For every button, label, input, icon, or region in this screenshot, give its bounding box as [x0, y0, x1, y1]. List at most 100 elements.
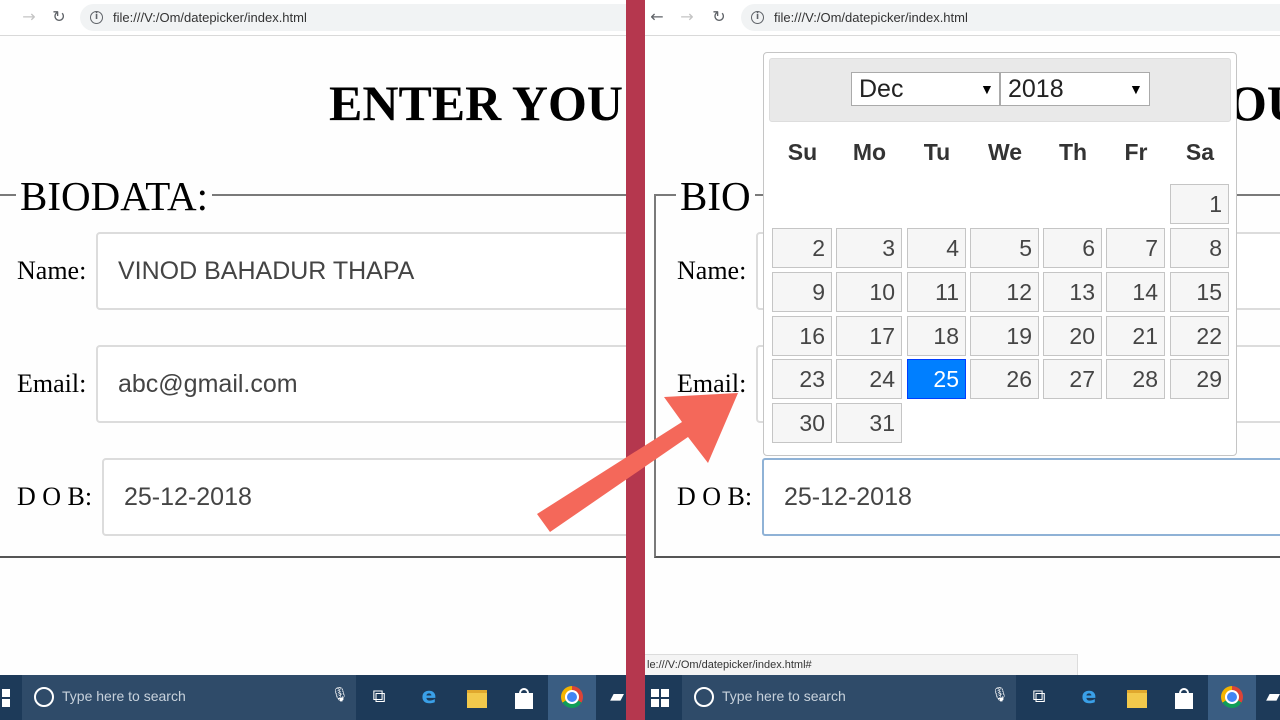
day-cell-26[interactable]: 26 [970, 359, 1039, 399]
windows-taskbar-right: Type here to search 🎙 ⧉ e ▰ [645, 675, 1280, 720]
windows-start-icon-right[interactable] [651, 689, 669, 707]
day-cell-21[interactable]: 21 [1106, 316, 1165, 356]
browser-toolbar: → ↻ i file:///V:/Om/datepicker/index.htm… [0, 0, 626, 36]
day-cell-7[interactable]: 7 [1106, 228, 1165, 268]
taskbar-search-placeholder-right: Type here to search [722, 688, 846, 704]
browser-toolbar-right: ← → ↻ i file:///V:/Om/datepicker/index.h… [645, 0, 1280, 36]
file-explorer-icon[interactable] [467, 690, 487, 708]
email-label-right: Email: [677, 369, 747, 398]
day-cell-29[interactable]: 29 [1170, 359, 1229, 399]
day-cell-23[interactable]: 23 [772, 359, 832, 399]
month-select[interactable]: Dec ▼ [851, 72, 1000, 106]
day-cell-1[interactable]: 1 [1170, 184, 1229, 224]
day-cell-20[interactable]: 20 [1043, 316, 1102, 356]
day-cell-3[interactable]: 3 [836, 228, 902, 268]
store-icon-right[interactable] [1175, 688, 1193, 709]
file-explorer-icon-right[interactable] [1127, 690, 1147, 708]
day-cell-17[interactable]: 17 [836, 316, 902, 356]
dob-input-focused[interactable]: 25-12-2018 [762, 458, 1280, 536]
reload-icon-right[interactable]: ↻ [710, 8, 728, 26]
address-bar[interactable]: i file:///V:/Om/datepicker/index.html [80, 4, 626, 31]
month-select-value: Dec [859, 75, 904, 103]
year-select-value: 2018 [1008, 75, 1064, 103]
biodata-legend-right: BIO [676, 172, 755, 220]
day-cell-6[interactable]: 6 [1043, 228, 1102, 268]
weekday-we: We [987, 139, 1023, 165]
weekday-sa: Sa [1185, 139, 1215, 165]
name-label: Name: [17, 256, 87, 285]
address-bar-right[interactable]: i file:///V:/Om/datepicker/index.html [741, 4, 1280, 31]
store-icon[interactable] [515, 688, 533, 709]
dob-input[interactable]: 25-12-2018 [102, 458, 626, 536]
biodata-legend: BIODATA: [16, 172, 213, 220]
day-cell-4[interactable]: 4 [907, 228, 966, 268]
info-icon[interactable]: i [90, 11, 103, 24]
cortana-icon-right [694, 687, 714, 707]
day-cell-9[interactable]: 9 [772, 272, 832, 312]
info-icon-right[interactable]: i [751, 11, 764, 24]
day-cell-11[interactable]: 11 [907, 272, 966, 312]
right-browser-pane: ← → ↻ i file:///V:/Om/datepicker/index.h… [645, 0, 1280, 720]
cortana-icon [34, 687, 54, 707]
taskbar-search-box[interactable]: Type here to search 🎙 [22, 675, 356, 720]
url-text: file:///V:/Om/datepicker/index.html [113, 10, 307, 25]
dob-label: D O B: [17, 482, 93, 511]
name-input[interactable]: VINOD BAHADUR THAPA [96, 232, 626, 310]
chrome-icon-right[interactable] [1221, 686, 1243, 708]
weekday-th: Th [1058, 139, 1088, 165]
year-dropdown-arrow-icon: ▼ [1129, 81, 1143, 97]
reload-icon[interactable]: ↻ [50, 8, 68, 26]
weekday-mo: Mo [852, 139, 887, 165]
day-cell-10[interactable]: 10 [836, 272, 902, 312]
microphone-icon[interactable]: 🎙 [331, 687, 349, 703]
chrome-icon[interactable] [561, 686, 583, 708]
datepicker-header: Dec ▼ 2018 ▼ [769, 58, 1231, 122]
page-title: ENTER YOU [329, 75, 624, 131]
day-cell-13[interactable]: 13 [1043, 272, 1102, 312]
task-view-icon[interactable]: ⧉ [366, 685, 392, 709]
edge-icon[interactable]: e [416, 685, 442, 709]
day-cell-24[interactable]: 24 [836, 359, 902, 399]
tray-icon[interactable]: ▰ [604, 685, 626, 709]
back-icon[interactable]: ← [648, 8, 666, 26]
tray-icon-right[interactable]: ▰ [1260, 685, 1280, 709]
day-cell-31[interactable]: 31 [836, 403, 902, 443]
microphone-icon-right[interactable]: 🎙 [991, 687, 1009, 703]
left-browser-pane: → ↻ i file:///V:/Om/datepicker/index.htm… [0, 0, 626, 720]
month-dropdown-arrow-icon: ▼ [980, 81, 994, 97]
name-label-right: Name: [677, 256, 747, 285]
day-cell-25[interactable]: 25 [907, 359, 966, 399]
day-cell-28[interactable]: 28 [1106, 359, 1165, 399]
split-divider [626, 0, 645, 720]
windows-start-icon[interactable] [0, 689, 10, 707]
dob-label-right: D O B: [677, 482, 753, 511]
weekday-tu: Tu [923, 139, 951, 165]
day-cell-22[interactable]: 22 [1170, 316, 1229, 356]
taskbar-search-placeholder: Type here to search [62, 688, 186, 704]
day-cell-14[interactable]: 14 [1106, 272, 1165, 312]
day-cell-27[interactable]: 27 [1043, 359, 1102, 399]
taskbar-search-box-right[interactable]: Type here to search 🎙 [682, 675, 1016, 720]
email-input[interactable]: abc@gmail.com [96, 345, 626, 423]
day-cell-30[interactable]: 30 [772, 403, 832, 443]
day-cell-15[interactable]: 15 [1170, 272, 1229, 312]
task-view-icon-right[interactable]: ⧉ [1026, 685, 1052, 709]
day-cell-5[interactable]: 5 [970, 228, 1039, 268]
edge-icon-right[interactable]: e [1076, 685, 1102, 709]
day-cell-12[interactable]: 12 [970, 272, 1039, 312]
email-label: Email: [17, 369, 87, 398]
day-cell-2[interactable]: 2 [772, 228, 832, 268]
status-bar-url: le:///V:/Om/datepicker/index.html# [645, 654, 1078, 676]
weekday-fr: Fr [1124, 139, 1148, 165]
windows-taskbar: Type here to search 🎙 ⧉ e ▰ [0, 675, 626, 720]
day-cell-19[interactable]: 19 [970, 316, 1039, 356]
year-select[interactable]: 2018 ▼ [1000, 72, 1150, 106]
forward-icon-right[interactable]: → [678, 8, 696, 26]
forward-icon[interactable]: → [20, 8, 38, 26]
day-cell-8[interactable]: 8 [1170, 228, 1229, 268]
datepicker-popup: Dec ▼ 2018 ▼ Su Mo Tu We Th Fr Sa 1 2 3 4 5 6 7 8 9 10 1… [763, 52, 1237, 456]
weekday-su: Su [787, 139, 818, 165]
day-cell-16[interactable]: 16 [772, 316, 832, 356]
url-text-right: file:///V:/Om/datepicker/index.html [774, 10, 968, 25]
day-cell-18[interactable]: 18 [907, 316, 966, 356]
